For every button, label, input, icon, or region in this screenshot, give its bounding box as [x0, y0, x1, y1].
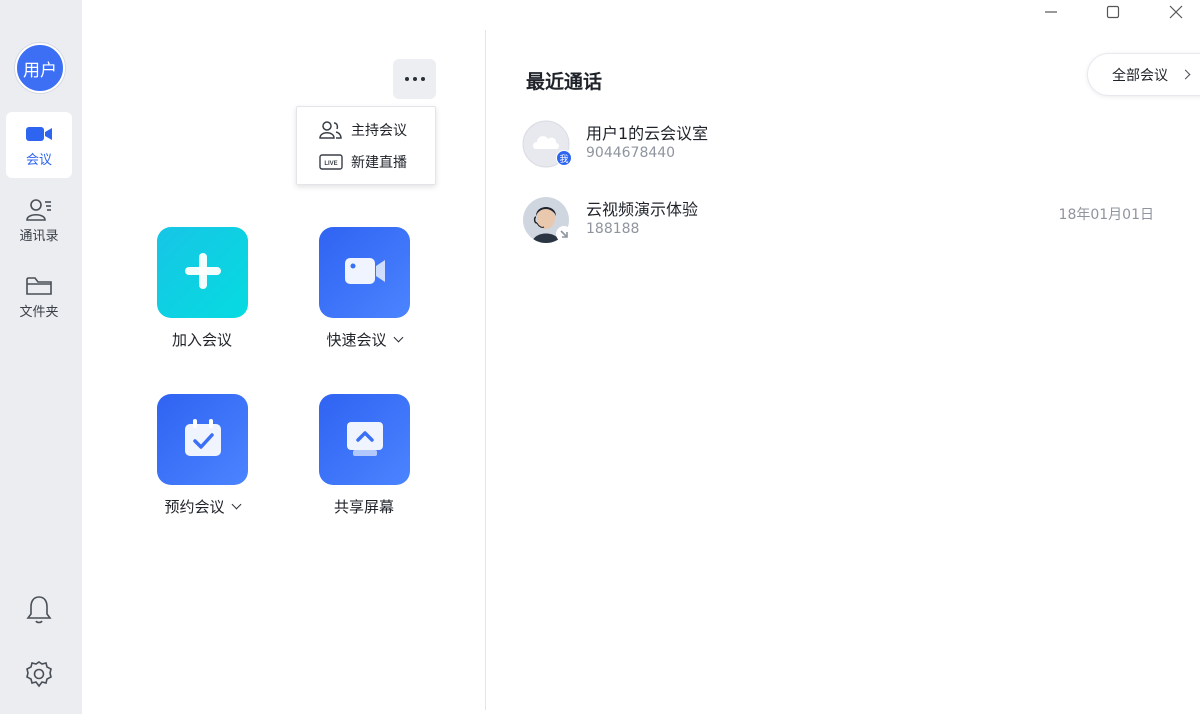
folder-icon: [25, 274, 53, 298]
video-camera-icon: [25, 122, 53, 146]
chevron-right-icon: [1180, 69, 1191, 80]
quick-meeting-label[interactable]: 快速会议: [294, 329, 434, 350]
chevron-down-icon: [231, 499, 241, 510]
call-name: 用户1的云会议室: [586, 124, 709, 143]
cloud-avatar-icon: 我: [522, 120, 572, 168]
person-avatar: [522, 196, 572, 244]
schedule-meeting-label[interactable]: 预约会议: [132, 496, 272, 517]
contacts-icon: [25, 198, 53, 222]
outgoing-call-icon: [556, 226, 572, 242]
call-date: 18年01月01日: [1058, 207, 1154, 223]
call-name: 云视频演示体验: [586, 200, 699, 219]
more-dots-icon: [404, 77, 409, 81]
close-icon[interactable]: [1158, 0, 1194, 24]
share-screen-button[interactable]: [319, 394, 410, 485]
bell-icon[interactable]: [24, 594, 54, 624]
plus-icon: [181, 249, 225, 297]
join-meeting-label: 加入会议: [171, 331, 232, 349]
recent-call-item[interactable]: 我 用户1的云会议室 9044678440: [522, 120, 1162, 170]
all-meetings-button[interactable]: 全部会议: [1087, 53, 1200, 96]
menu-item-label: 主持会议: [351, 123, 407, 139]
video-camera-icon: [343, 255, 387, 291]
panel-divider: [485, 30, 486, 710]
chevron-down-icon: [393, 332, 403, 343]
avatar-text: 用户: [23, 60, 57, 81]
svg-text:LIVE: LIVE: [324, 161, 337, 167]
recent-call-item[interactable]: 云视频演示体验 188188 18年01月01日: [522, 196, 1162, 246]
sidebar-item-folder[interactable]: 文件夹: [6, 264, 72, 330]
menu-item-new-live[interactable]: LIVE 新建直播: [319, 150, 407, 174]
host-users-icon: [319, 120, 343, 140]
quick-meeting-button[interactable]: [319, 227, 410, 318]
sidebar-item-meetings[interactable]: 会议: [6, 112, 72, 178]
more-options-button[interactable]: [393, 59, 436, 99]
menu-item-host-meeting[interactable]: 主持会议: [319, 118, 407, 142]
gear-icon[interactable]: [24, 659, 54, 689]
join-meeting-button[interactable]: [157, 227, 248, 318]
menu-item-label: 新建直播: [351, 155, 407, 171]
calendar-check-icon: [181, 416, 225, 464]
recent-calls-title: 最近通话: [526, 71, 603, 93]
sidebar-item-label: 文件夹: [19, 305, 59, 320]
sidebar-item-contacts[interactable]: 通讯录: [6, 188, 72, 254]
live-icon: LIVE: [319, 152, 343, 172]
minimize-icon[interactable]: [1033, 0, 1069, 24]
call-number: 9044678440: [586, 145, 676, 161]
maximize-icon[interactable]: [1095, 0, 1131, 24]
me-badge: 我: [556, 150, 572, 166]
all-meetings-label: 全部会议: [1112, 67, 1168, 84]
more-options-menu: 主持会议 LIVE 新建直播: [296, 106, 436, 185]
call-number: 188188: [586, 221, 640, 237]
sidebar-item-label: 会议: [25, 153, 52, 168]
user-avatar[interactable]: 用户: [15, 43, 65, 93]
sidebar-item-label: 通讯录: [19, 229, 59, 244]
share-screen-label: 共享屏幕: [333, 498, 394, 516]
sidebar: 用户 会议 通讯录 文件夹: [0, 0, 82, 714]
schedule-meeting-button[interactable]: [157, 394, 248, 485]
screen-share-icon: [343, 416, 387, 464]
